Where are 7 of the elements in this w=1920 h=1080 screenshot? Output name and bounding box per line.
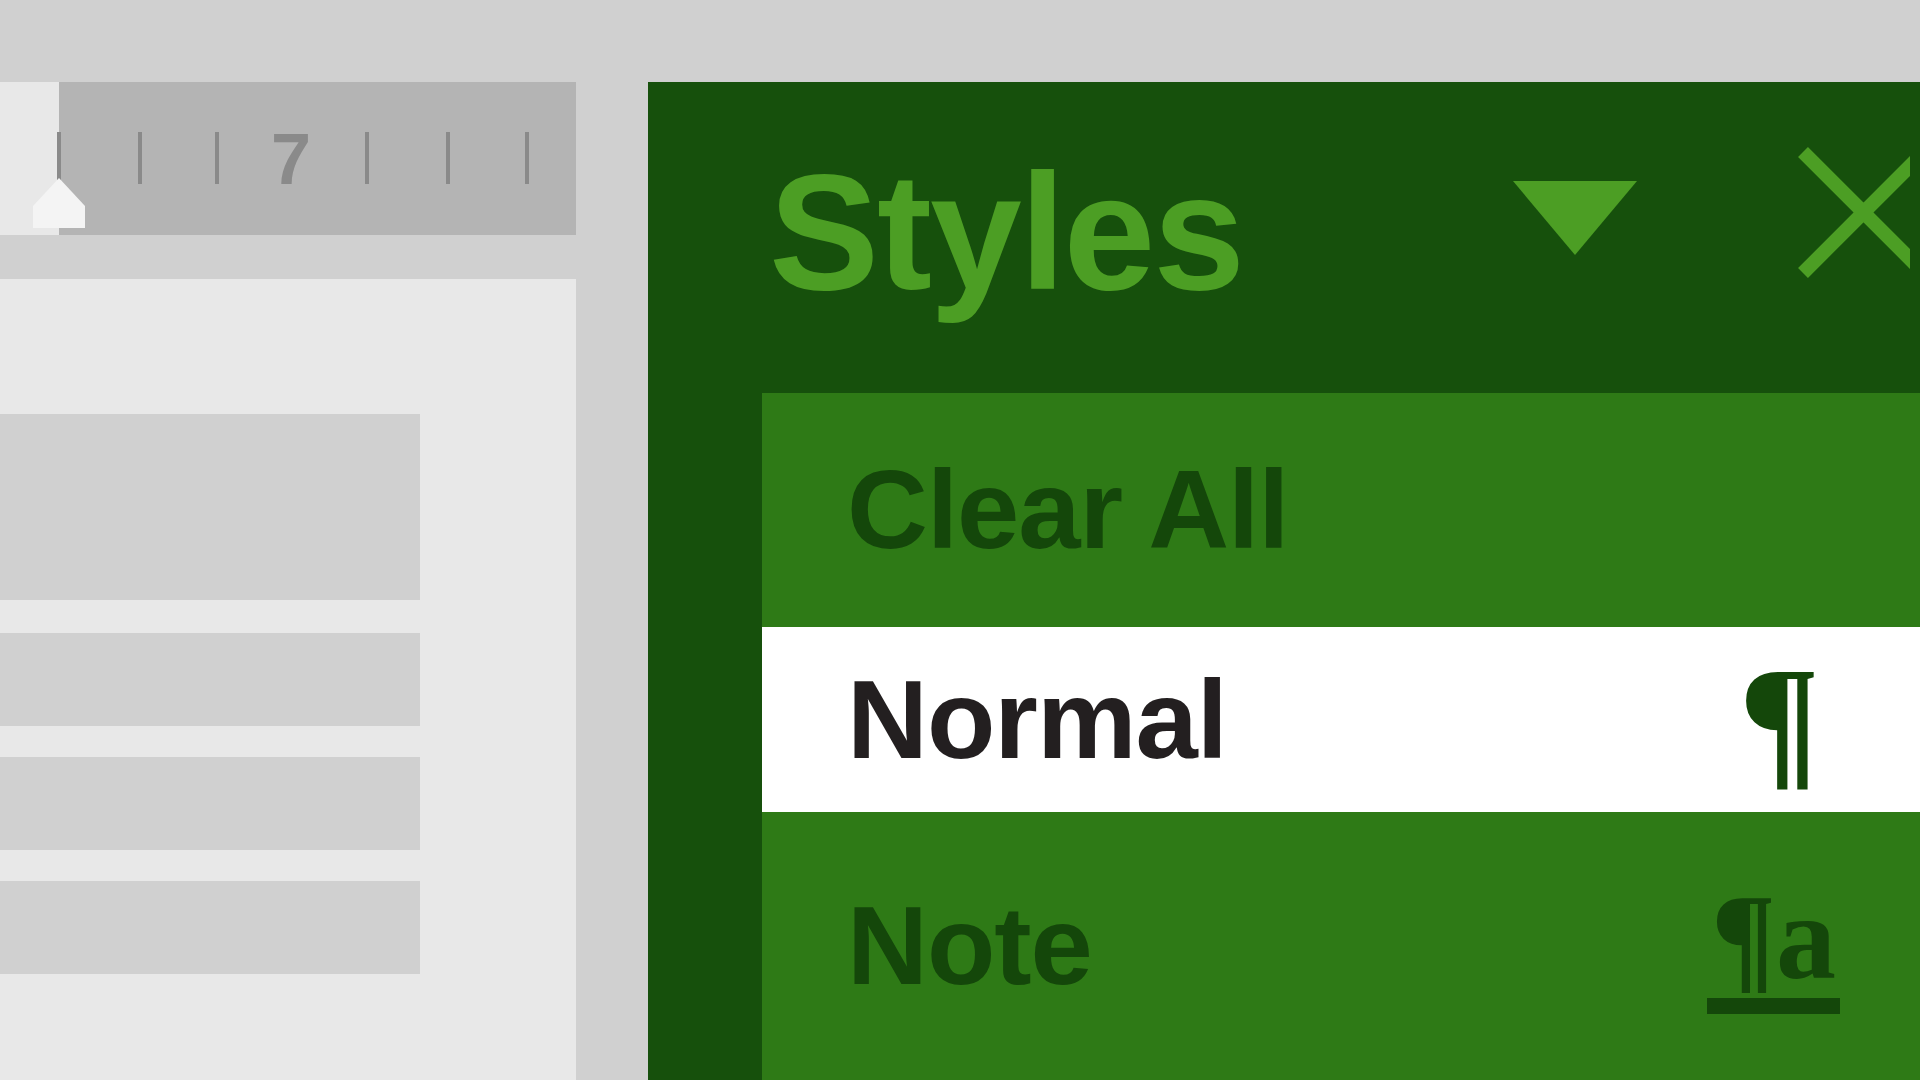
style-name: Normal: [847, 663, 1227, 776]
paragraph-mark: ¶: [1739, 644, 1820, 795]
caret-icon[interactable]: [1513, 180, 1638, 255]
pane-title: Styles: [769, 139, 1244, 327]
style-item[interactable]: Normal ¶: [762, 627, 1920, 812]
indent-marker-icon[interactable]: [33, 178, 85, 228]
close-icon[interactable]: [1797, 146, 1911, 279]
